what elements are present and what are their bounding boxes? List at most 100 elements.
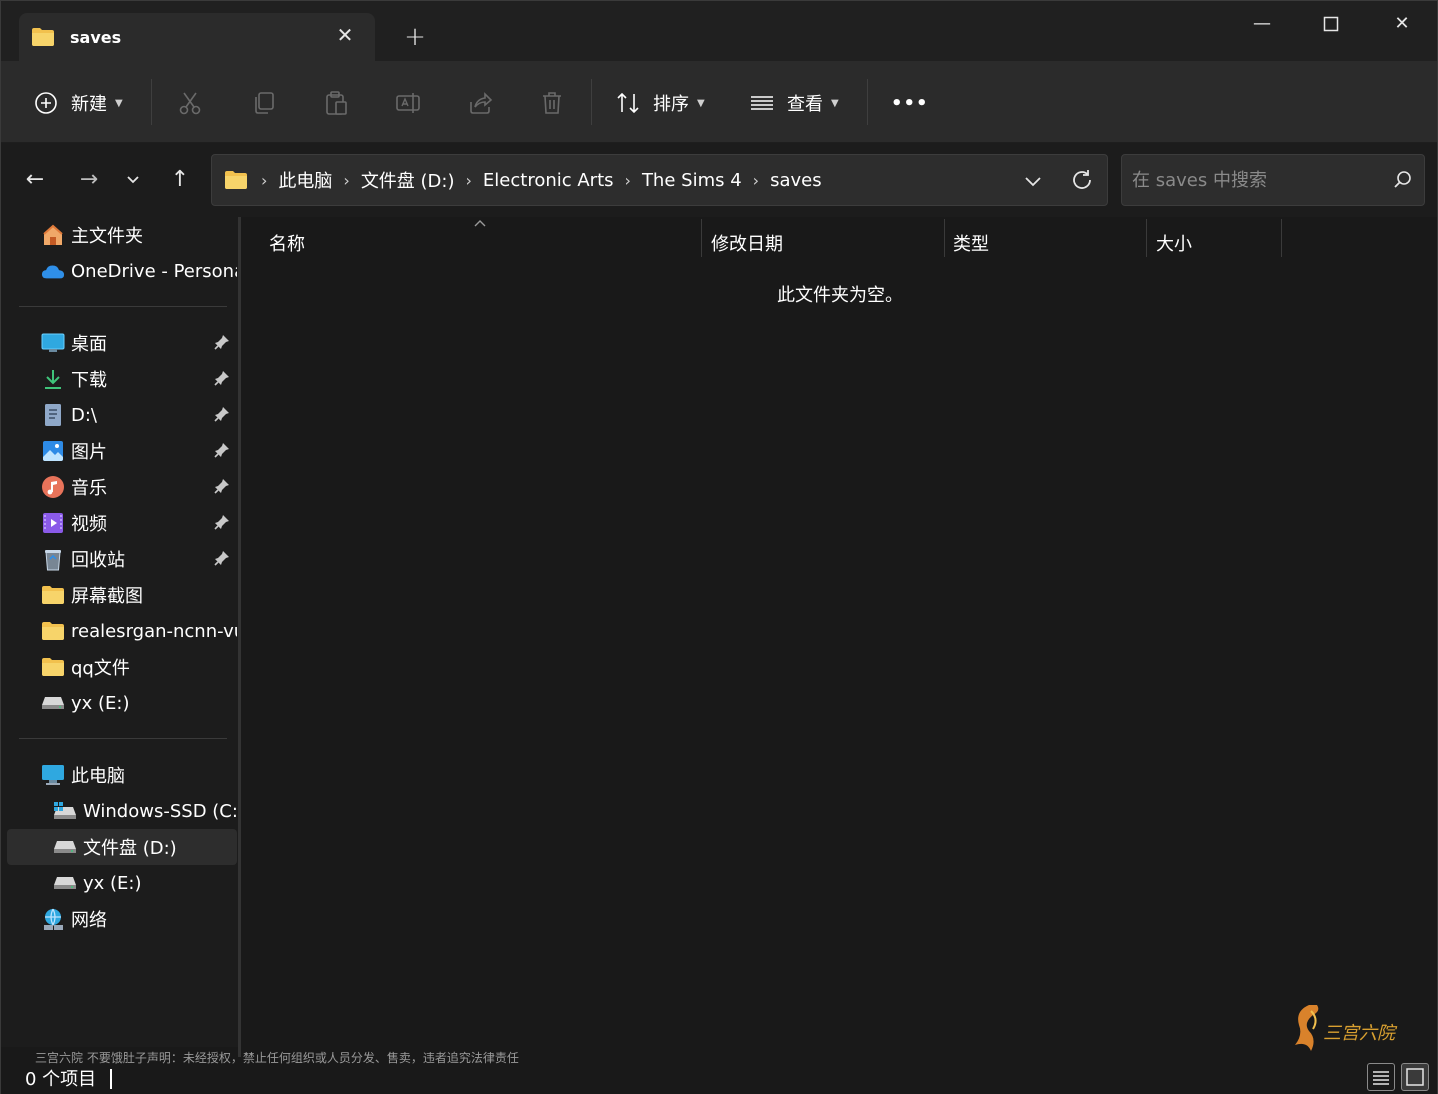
- up-button[interactable]: ↑: [164, 163, 196, 195]
- sidebar-item-label: 图片: [71, 442, 107, 463]
- address-bar[interactable]: › 此电脑 › 文件盘 (D:) › Electronic Arts › The…: [211, 154, 1108, 206]
- breadcrumb-separator[interactable]: ›: [343, 171, 349, 190]
- sidebar-item-home[interactable]: 主文件夹: [1, 217, 237, 253]
- sidebar-item-downloads[interactable]: 下载: [1, 361, 237, 397]
- breadcrumb-separator[interactable]: ›: [753, 171, 759, 190]
- sort-button[interactable]: 排序 ▼: [615, 83, 705, 123]
- pin-icon: [213, 549, 231, 567]
- sidebar-item-label: yx (E:): [71, 692, 130, 714]
- sidebar-item-label: 文件盘 (D:): [83, 838, 177, 859]
- sidebar-item-e-drive[interactable]: yx (E:): [1, 865, 237, 901]
- tiles-view-button[interactable]: [1401, 1063, 1429, 1091]
- cut-button[interactable]: [177, 83, 203, 123]
- drive-icon: [53, 871, 77, 895]
- back-button[interactable]: ←: [19, 163, 51, 195]
- refresh-icon[interactable]: [1069, 167, 1095, 193]
- column-header-type[interactable]: 类型: [953, 225, 1145, 261]
- toolbar-divider: [151, 79, 152, 125]
- pin-icon: [213, 369, 231, 387]
- cloud-icon: [41, 259, 65, 283]
- search-icon[interactable]: [1392, 169, 1414, 191]
- search-input[interactable]: [1132, 167, 1382, 193]
- column-separator[interactable]: [701, 219, 702, 257]
- breadcrumb-electronic-arts[interactable]: Electronic Arts: [483, 170, 614, 191]
- recycle-bin-icon: [41, 547, 65, 571]
- column-separator[interactable]: [1281, 219, 1282, 257]
- sidebar-item-onedrive[interactable]: OneDrive - Persona: [1, 253, 237, 289]
- delete-button[interactable]: [539, 83, 565, 123]
- address-history-chevron-icon[interactable]: [1021, 169, 1045, 193]
- breadcrumb-separator[interactable]: ›: [625, 171, 631, 190]
- cut-icon: [177, 90, 203, 116]
- pin-icon: [213, 333, 231, 351]
- column-header-date-modified[interactable]: 修改日期: [711, 225, 943, 261]
- delete-icon: [539, 90, 565, 116]
- copy-button[interactable]: [251, 83, 277, 123]
- pictures-icon: [41, 439, 65, 463]
- sidebar-item-realesrgan[interactable]: realesrgan-ncnn-vu: [1, 613, 237, 649]
- sort-button-label: 排序: [653, 94, 689, 115]
- tab-saves[interactable]: saves ✕: [19, 13, 375, 61]
- status-divider: [110, 1069, 112, 1089]
- sidebar-item-desktop[interactable]: 桌面: [1, 325, 237, 361]
- sidebar-item-yx-e[interactable]: yx (E:): [1, 685, 237, 721]
- sidebar-item-pictures[interactable]: 图片: [1, 433, 237, 469]
- share-button[interactable]: [467, 83, 493, 123]
- new-tab-button[interactable]: +: [401, 23, 429, 51]
- sidebar-item-label: 屏幕截图: [71, 586, 143, 607]
- search-box[interactable]: [1121, 154, 1425, 206]
- sort-ascending-icon: [473, 213, 487, 227]
- folder-icon: [41, 655, 65, 679]
- sidebar-item-label: D:\: [71, 404, 97, 426]
- sidebar-item-d-drive[interactable]: 文件盘 (D:): [7, 829, 237, 865]
- paste-button[interactable]: [323, 83, 349, 123]
- sidebar-item-label: realesrgan-ncnn-vu: [71, 620, 237, 642]
- tab-close-icon[interactable]: ✕: [333, 23, 357, 47]
- sidebar-scrollbar[interactable]: [238, 217, 241, 1057]
- sidebar-item-music[interactable]: 音乐: [1, 469, 237, 505]
- sidebar-item-network[interactable]: 网络: [1, 901, 237, 937]
- column-separator[interactable]: [1146, 219, 1147, 257]
- drive-icon: [41, 691, 65, 715]
- pin-icon: [213, 441, 231, 459]
- chevron-down-icon: ▼: [831, 97, 839, 109]
- breadcrumb-d-drive[interactable]: 文件盘 (D:): [361, 167, 455, 193]
- maximize-button[interactable]: [1308, 9, 1354, 39]
- column-header-size[interactable]: 大小: [1156, 225, 1280, 261]
- details-view-button[interactable]: [1367, 1063, 1395, 1091]
- folder-icon: [41, 583, 65, 607]
- sidebar-divider: [19, 738, 227, 739]
- minimize-button[interactable]: —: [1239, 9, 1285, 39]
- new-button[interactable]: 新建 ▼: [33, 83, 123, 123]
- toolbar-divider: [867, 79, 868, 125]
- breadcrumb-saves[interactable]: saves: [770, 170, 822, 191]
- breadcrumb-separator[interactable]: ›: [466, 171, 472, 190]
- view-button[interactable]: 查看 ▼: [749, 83, 839, 123]
- pin-icon: [213, 477, 231, 495]
- breadcrumb-the-sims-4[interactable]: The Sims 4: [642, 170, 742, 191]
- tiles-view-icon: [1406, 1068, 1424, 1086]
- sidebar-item-c-drive[interactable]: Windows-SSD (C:): [1, 793, 237, 829]
- column-separator[interactable]: [944, 219, 945, 257]
- sidebar-item-videos[interactable]: 视频: [1, 505, 237, 541]
- sidebar-item-qq-files[interactable]: qq文件: [1, 649, 237, 685]
- video-icon: [41, 511, 65, 535]
- desktop-icon: [41, 331, 65, 355]
- breadcrumb-this-pc[interactable]: 此电脑: [278, 167, 332, 193]
- sidebar-divider: [19, 306, 227, 307]
- recent-locations-button[interactable]: [117, 163, 149, 195]
- more-button[interactable]: •••: [891, 83, 929, 123]
- sidebar-item-recycle-bin[interactable]: 回收站: [1, 541, 237, 577]
- sidebar-item-label: 桌面: [71, 334, 107, 355]
- sidebar-item-label: 视频: [71, 514, 107, 535]
- sidebar-item-d-root[interactable]: D:\: [1, 397, 237, 433]
- drive-icon: [53, 835, 77, 859]
- sidebar-item-this-pc[interactable]: 此电脑: [1, 757, 237, 793]
- column-header-name[interactable]: 名称: [269, 225, 701, 261]
- sidebar-item-label: yx (E:): [83, 872, 142, 894]
- sidebar-item-screenshots[interactable]: 屏幕截图: [1, 577, 237, 613]
- forward-button[interactable]: →: [73, 163, 105, 195]
- close-window-button[interactable]: ✕: [1379, 9, 1425, 39]
- sidebar-item-label: 下载: [71, 370, 107, 391]
- rename-button[interactable]: [395, 83, 421, 123]
